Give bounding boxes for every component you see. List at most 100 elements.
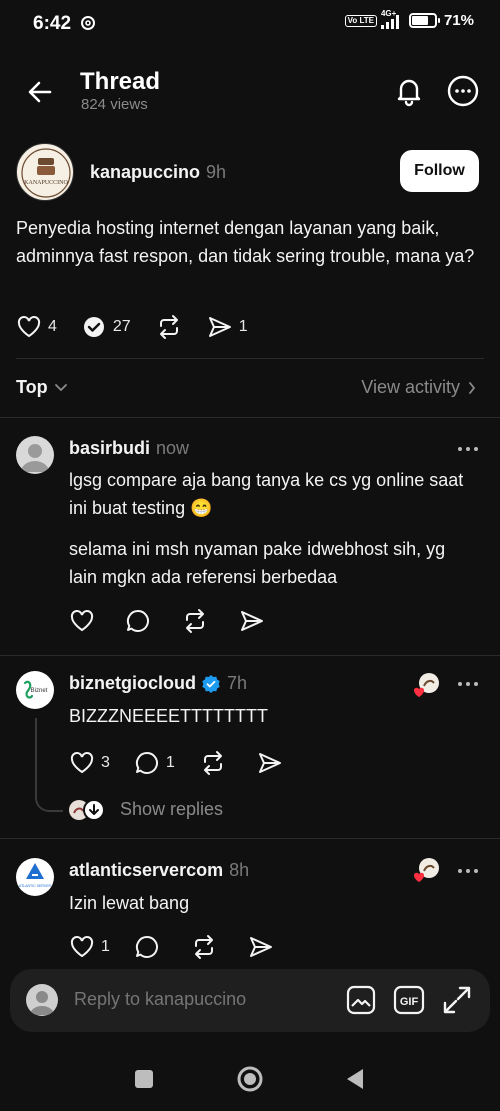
send-icon (258, 753, 281, 773)
image-icon[interactable] (345, 984, 377, 1016)
share-button[interactable] (248, 934, 274, 960)
battery-icon (408, 13, 440, 28)
reply-author[interactable]: basirbudi now (69, 438, 189, 459)
more-horizontal-icon[interactable] (456, 676, 480, 692)
view-activity-link[interactable]: View activity (361, 377, 476, 398)
share-button[interactable]: 1 (207, 314, 248, 340)
status-bar: 6:42 Vo LTE 4G+ 71% (0, 0, 500, 48)
comment-icon (126, 609, 149, 632)
reply-time: 8h (229, 860, 250, 880)
page-title: Thread (80, 68, 161, 95)
comment-button[interactable]: 1 (134, 750, 175, 776)
heart-icon (70, 610, 94, 632)
default-avatar-icon (21, 444, 49, 472)
kanapuccino-logo-icon: KANAPUCCINO (21, 148, 71, 198)
repost-button[interactable] (181, 608, 209, 634)
share-button[interactable] (257, 750, 283, 776)
recents-icon[interactable] (129, 1064, 159, 1094)
like-count: 3 (101, 754, 110, 771)
reply-username[interactable]: biznetgiocloud (69, 673, 196, 694)
reply-time: 7h (226, 673, 248, 693)
reply-author[interactable]: biznetgiocloud 7h (69, 673, 247, 694)
thread-header: Thread 824 views (0, 60, 500, 120)
like-count: 4 (48, 318, 57, 335)
status-time: 6:42 (33, 13, 72, 34)
follow-button[interactable]: Follow (400, 150, 479, 192)
threads-notification-icon (81, 16, 95, 30)
avatar[interactable]: Biznet (16, 671, 54, 709)
back-icon[interactable] (341, 1064, 371, 1094)
like-button[interactable]: 3 (69, 750, 110, 776)
verified-badge-icon (202, 674, 220, 693)
svg-text:ATLANTIC SERVER: ATLANTIC SERVER (19, 884, 51, 888)
divider (0, 838, 500, 839)
avatar[interactable] (16, 436, 54, 474)
chevron-right-icon (469, 381, 476, 394)
like-button[interactable]: 1 (69, 934, 110, 960)
signal-icon: 4G+ (380, 9, 399, 29)
post-time: 9h (206, 162, 227, 182)
svg-text:Biznet: Biznet (31, 688, 48, 694)
liked-by-author-icon (413, 858, 439, 882)
comment-button[interactable] (125, 608, 151, 634)
reply-actions: 1 (69, 933, 298, 961)
reply-button[interactable]: 27 (81, 314, 131, 340)
view-count: 824 views (81, 96, 148, 113)
reply-avatars-icon (69, 799, 105, 821)
sort-dropdown[interactable]: Top (16, 377, 68, 398)
divider (16, 358, 484, 359)
repost-button[interactable] (190, 934, 218, 960)
liked-by-author-icon (413, 673, 439, 697)
like-count: 1 (101, 938, 110, 955)
comment-button[interactable] (134, 934, 160, 960)
reply-text: Izin lewat bang (69, 893, 190, 913)
heart-icon (70, 936, 94, 958)
reply-username[interactable]: basirbudi (69, 438, 150, 459)
sort-label: Top (16, 377, 48, 397)
thread-line-curve (35, 786, 63, 812)
send-icon (249, 937, 272, 957)
avatar[interactable]: ATLANTIC SERVER (16, 858, 54, 896)
more-horizontal-icon[interactable] (456, 441, 480, 457)
bell-icon[interactable] (392, 74, 426, 108)
post-text: Penyedia hosting internet dengan layanan… (16, 218, 475, 266)
reply-actions: 3 1 (69, 749, 307, 777)
share-button[interactable] (239, 608, 265, 634)
reply-actions (69, 607, 289, 635)
thread-line (35, 718, 37, 788)
more-horizontal-icon[interactable] (456, 863, 480, 879)
reply-composer: GIF (10, 969, 490, 1032)
reply-author[interactable]: atlanticservercom 8h (69, 860, 249, 881)
send-icon (208, 317, 231, 337)
network-type: 4G+ (380, 8, 397, 18)
divider (0, 417, 500, 418)
expand-icon[interactable] (441, 984, 473, 1016)
post-author[interactable]: kanapuccino 9h (90, 162, 226, 183)
reply-username[interactable]: atlanticservercom (69, 860, 223, 881)
repost-button[interactable] (199, 750, 227, 776)
atlantic-server-logo-icon: ATLANTIC SERVER (19, 863, 51, 888)
like-button[interactable]: 4 (16, 314, 57, 340)
volte-icon: Vo LTE (344, 14, 377, 27)
post-username[interactable]: kanapuccino (90, 162, 200, 182)
avatar[interactable]: KANAPUCCINO (16, 143, 74, 201)
heart-icon (70, 752, 94, 774)
show-replies-link[interactable]: Show replies (120, 799, 223, 820)
like-button[interactable] (69, 608, 95, 634)
default-avatar-icon (30, 991, 54, 1015)
repost-icon (186, 609, 204, 633)
gif-icon[interactable]: GIF (393, 984, 425, 1016)
repost-button[interactable] (155, 314, 183, 340)
comment-count: 1 (165, 754, 175, 771)
heart-icon (17, 316, 41, 338)
view-activity-label: View activity (361, 377, 460, 397)
avatar (26, 984, 58, 1016)
chevron-down-icon (54, 383, 67, 391)
back-arrow-icon[interactable] (24, 76, 56, 108)
reply-text: selama ini msh nyaman pake idwebhost sih… (69, 539, 446, 587)
svg-text:KANAPUCCINO: KANAPUCCINO (24, 180, 68, 186)
divider (0, 655, 500, 656)
home-icon[interactable] (235, 1064, 265, 1094)
more-icon[interactable] (446, 74, 480, 108)
reply-input[interactable] (74, 989, 334, 1010)
